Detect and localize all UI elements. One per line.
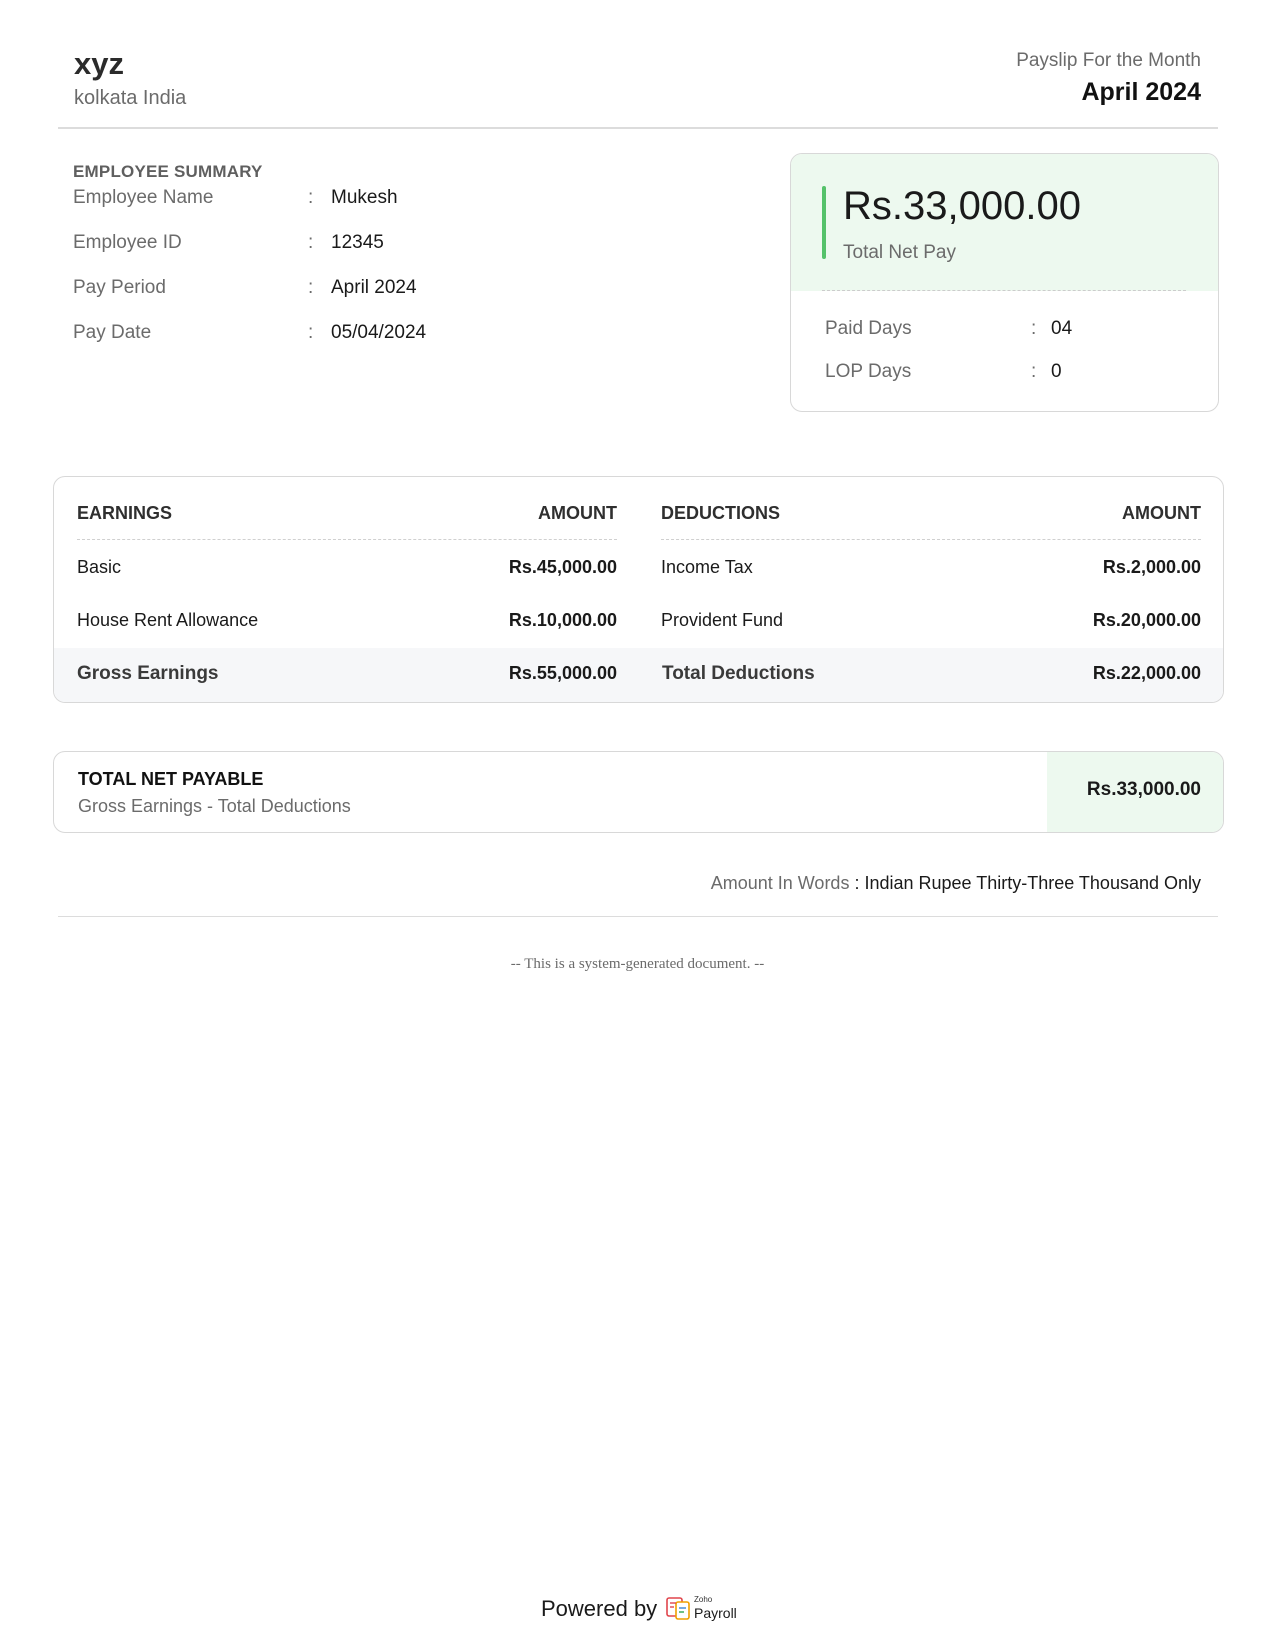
employee-name-label: Employee Name [73,187,214,208]
deductions-item-label: Provident Fund [661,610,784,630]
earnings-header: EARNINGS [77,503,173,523]
row-separator: : [1031,361,1037,382]
total-net-payable-amount: Rs.33,000.00 [1086,779,1201,800]
employee-id-value: 12345 [331,232,384,253]
payslip-label: Payslip For the Month [1016,50,1201,71]
footer-divider [58,916,1218,917]
amount-in-words-value: Indian Rupee Thirty-Three Thousand Only [864,873,1201,893]
employee-name-row: Employee Name : Mukesh [73,187,493,213]
earnings-deductions-table: EARNINGS AMOUNT Basic Rs.45,000.00 House… [53,476,1224,703]
net-pay-label: Total Net Pay [843,242,956,263]
paid-days-row: Paid Days : 04 [825,318,1185,344]
pay-period-row: Pay Period : April 2024 [73,277,493,303]
row-separator: : [308,187,314,208]
lop-days-label: LOP Days [825,361,912,382]
payslip-page: xyz kolkata India Payslip For the Month … [0,0,1275,1650]
header-divider [58,127,1218,129]
earnings-amount-header: AMOUNT [538,503,617,523]
total-net-payable-title: TOTAL NET PAYABLE [78,769,264,789]
powered-by-text: Powered by [541,1596,658,1621]
pay-date-label: Pay Date [73,322,152,343]
earnings-item-amount: Rs.10,000.00 [508,610,617,630]
earnings-item-label: House Rent Allowance [77,610,259,630]
zoho-payroll-icon [666,1597,690,1620]
gross-earnings-label: Gross Earnings [77,663,219,684]
pay-period-value: April 2024 [331,277,417,298]
total-net-payable-amount-box: Rs.33,000.00 [1047,752,1223,832]
row-separator: : [1031,318,1037,339]
net-pay-accent-bar [822,186,826,259]
zoho-logo-product: Payroll [694,1605,737,1621]
deductions-item-amount: Rs.2,000.00 [1102,557,1201,577]
paid-days-label: Paid Days [825,318,912,339]
employee-id-label: Employee ID [73,232,182,253]
total-deductions-amount: Rs.22,000.00 [1092,663,1201,683]
row-separator: : [308,277,314,298]
lop-days-row: LOP Days : 0 [825,361,1185,387]
earnings-divider [77,539,617,540]
employee-summary-title: EMPLOYEE SUMMARY [73,162,263,181]
deductions-amount-header: AMOUNT [1122,503,1201,523]
amount-in-words-colon: : [849,873,865,893]
pay-period-label: Pay Period [73,277,166,298]
pay-date-value: 05/04/2024 [331,322,427,343]
employee-id-row: Employee ID : 12345 [73,232,493,258]
net-pay-divider [822,290,1186,291]
system-generated-note: -- This is a system-generated document. … [510,956,765,972]
deductions-header: DEDUCTIONS [661,503,781,523]
net-pay-card: Rs.33,000.00 Total Net Pay Paid Days : 0… [790,153,1219,412]
deductions-divider [661,539,1201,540]
deductions-item-label: Income Tax [661,557,753,577]
row-separator: : [308,322,314,343]
amount-in-words: Amount In Words : Indian Rupee Thirty-Th… [711,873,1201,894]
amount-in-words-label: Amount In Words [710,873,850,893]
company-name: xyz [74,46,124,81]
net-pay-amount: Rs.33,000.00 [843,184,1081,228]
total-deductions-label: Total Deductions [662,663,815,684]
lop-days-value: 0 [1051,361,1062,382]
earnings-item-label: Basic [77,557,122,577]
pay-date-row: Pay Date : 05/04/2024 [73,322,493,348]
employee-name-value: Mukesh [331,187,398,208]
paid-days-value: 04 [1051,318,1073,339]
row-separator: : [308,232,314,253]
total-net-payable-formula: Gross Earnings - Total Deductions [78,796,351,816]
payslip-month: April 2024 [1081,78,1201,106]
total-net-payable-card: TOTAL NET PAYABLE Gross Earnings - Total… [53,751,1224,833]
deductions-item-amount: Rs.20,000.00 [1092,610,1201,630]
earnings-item-amount: Rs.45,000.00 [508,557,617,577]
gross-earnings-amount: Rs.55,000.00 [508,663,617,683]
zoho-logo-brand: Zoho [694,1595,713,1604]
company-address: kolkata India [74,87,187,109]
totals-row-background [54,648,1223,702]
